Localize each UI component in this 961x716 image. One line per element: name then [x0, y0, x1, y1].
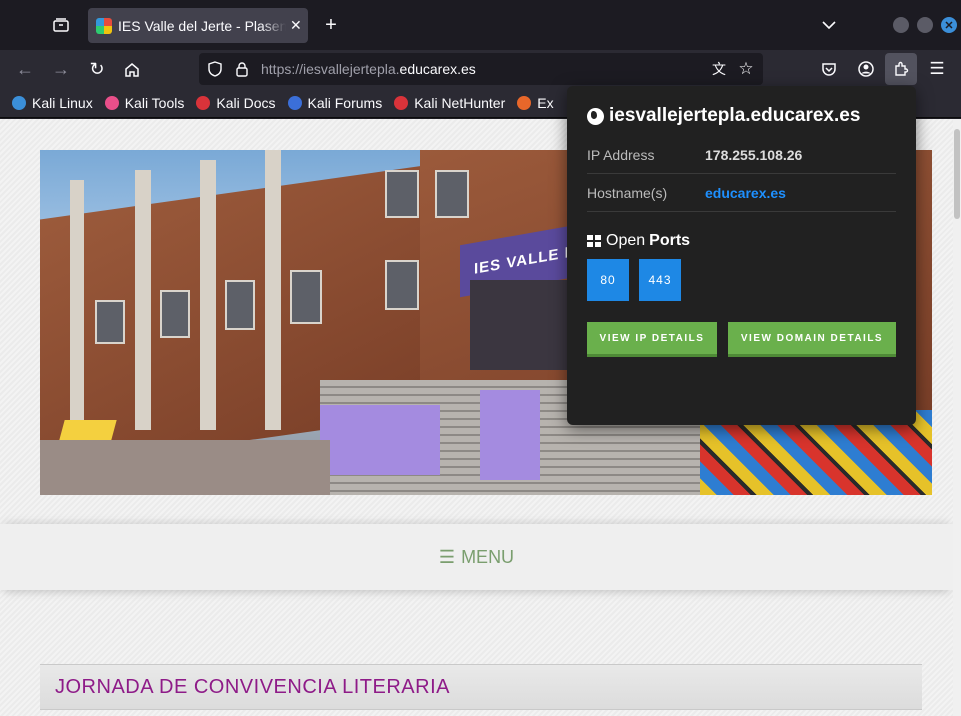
shield-icon[interactable] [205, 60, 225, 78]
view-ip-details-button[interactable]: VIEW IP DETAILS [587, 322, 717, 357]
close-window-button[interactable]: ✕ [941, 17, 957, 33]
hamburger-menu-icon[interactable]: ☰ [926, 59, 948, 79]
minimize-button[interactable] [893, 17, 909, 33]
menu-bar[interactable]: ☰ MENU [0, 524, 953, 590]
open-ports-heading: Open Ports [587, 232, 690, 250]
pocket-icon[interactable] [818, 59, 840, 79]
url-bar[interactable]: https://iesvallejertepla.educarex.es 文 ☆ [199, 53, 763, 85]
account-icon[interactable] [855, 59, 877, 79]
kali-dragon-icon [12, 95, 26, 110]
translate-icon[interactable]: 文 [709, 59, 729, 79]
site-favicon-icon [96, 17, 112, 34]
scrollbar[interactable] [953, 119, 961, 716]
bookmark-exploit-db[interactable]: Ex [517, 95, 554, 111]
maximize-button[interactable] [917, 17, 933, 33]
bookmark-star-icon[interactable]: ☆ [736, 59, 756, 79]
bookmark-kali-docs[interactable]: Kali Docs [196, 95, 276, 111]
new-tab-icon[interactable]: + [320, 14, 342, 36]
ip-row: IP Address 178.255.108.26 [587, 136, 896, 174]
hamburger-icon: ☰ [438, 546, 456, 567]
ip-value: 178.255.108.26 [705, 146, 803, 163]
url-text: https://iesvallejertepla.educarex.es [261, 61, 476, 77]
port-badge[interactable]: 443 [639, 259, 681, 301]
ip-label: IP Address [587, 146, 655, 163]
tab-title: IES Valle del Jerte - Plasencia [118, 17, 286, 34]
extension-popup: iesvallejertepla.educarex.es IP Address … [567, 86, 916, 425]
exploit-db-icon [517, 95, 532, 110]
bookmark-kali-forums[interactable]: Kali Forums [287, 95, 382, 111]
back-arrow-icon[interactable]: ← [14, 59, 36, 79]
bookmark-kali-tools[interactable]: Kali Tools [104, 95, 184, 111]
home-icon[interactable] [121, 59, 143, 79]
kali-forums-icon [287, 95, 302, 110]
title-bar: IES Valle del Jerte - Plasencia ✕ + ✕ [0, 0, 961, 50]
chevron-down-icon[interactable] [818, 15, 840, 35]
close-tab-icon[interactable]: ✕ [290, 17, 302, 34]
yellow-bench [59, 420, 117, 440]
hostname-label: Hostname(s) [587, 184, 668, 201]
view-domain-details-button[interactable]: VIEW DOMAIN DETAILS [728, 322, 896, 357]
navigation-bar: ← → ↻ https://iesvallejertepla.educarex.… [0, 50, 961, 88]
tab-list-icon[interactable] [50, 15, 72, 35]
grid-icon [587, 235, 601, 247]
reload-icon[interactable]: ↻ [86, 59, 108, 79]
article-heading: JORNADA DE CONVIVENCIA LITERARIA [40, 664, 922, 710]
kali-nethunter-icon [394, 95, 409, 110]
forward-arrow-icon[interactable]: → [50, 59, 72, 79]
globe-icon [587, 107, 604, 125]
bookmark-kali-nethunter[interactable]: Kali NetHunter [394, 95, 505, 111]
kali-docs-icon [196, 95, 211, 110]
port-badge[interactable]: 80 [587, 259, 629, 301]
menu-label: MENU [461, 546, 515, 567]
scrollbar-thumb[interactable] [954, 129, 960, 219]
lock-icon[interactable] [233, 60, 251, 78]
hostname-row: Hostname(s) educarex.es [587, 174, 896, 212]
article-title[interactable]: JORNADA DE CONVIVENCIA LITERARIA [55, 676, 450, 699]
kali-tools-icon [104, 95, 119, 110]
extensions-icon[interactable] [885, 53, 917, 85]
bookmark-kali-linux[interactable]: Kali Linux [12, 95, 93, 111]
hostname-link[interactable]: educarex.es [705, 185, 786, 201]
tab-active[interactable]: IES Valle del Jerte - Plasencia ✕ [88, 8, 308, 43]
popup-domain: iesvallejertepla.educarex.es [587, 105, 860, 127]
